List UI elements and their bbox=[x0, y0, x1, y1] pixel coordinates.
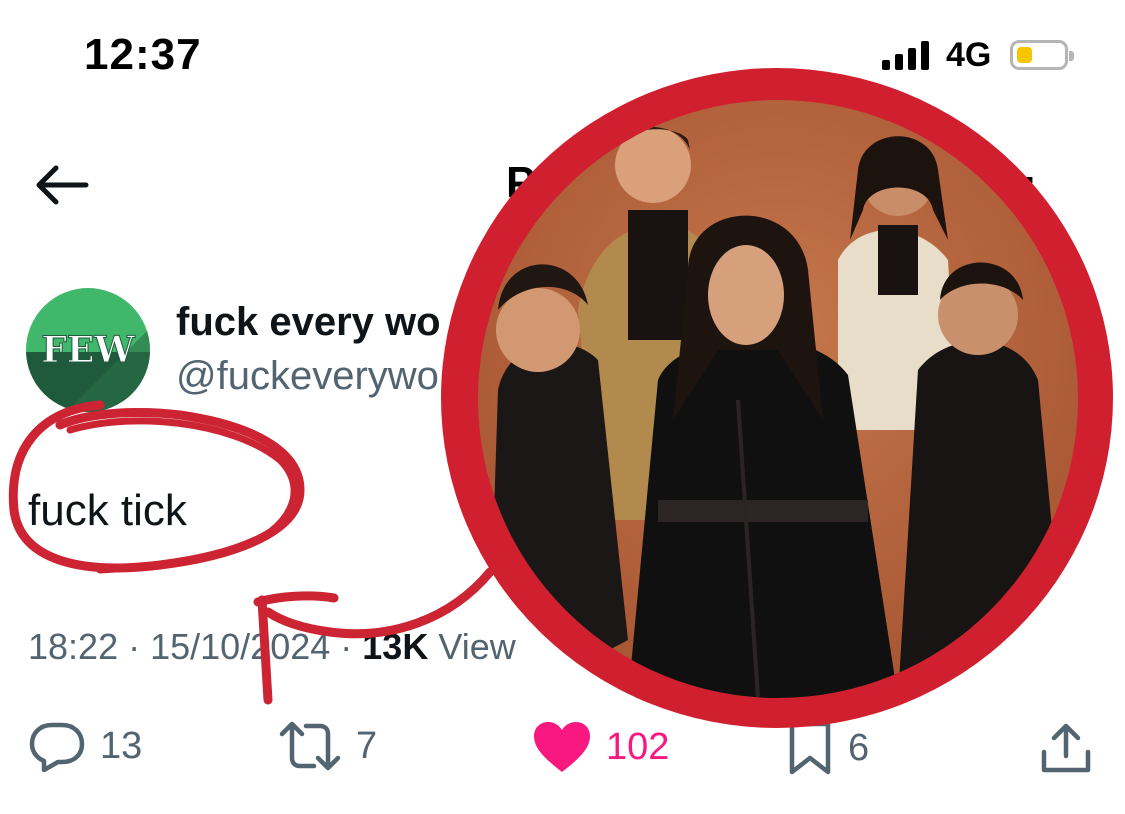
like-button[interactable]: 102 bbox=[532, 720, 669, 774]
heart-icon bbox=[534, 722, 590, 772]
share-icon bbox=[1041, 723, 1091, 773]
battery-fill bbox=[1017, 47, 1032, 63]
display-name[interactable]: fuck every wo bbox=[176, 300, 441, 345]
arrow-left-icon bbox=[36, 165, 89, 205]
back-button[interactable] bbox=[30, 160, 94, 210]
share-button[interactable] bbox=[1040, 720, 1092, 776]
tweet-text: fuck tick bbox=[28, 486, 187, 535]
retweet-count: 7 bbox=[356, 724, 378, 767]
reply-count: 13 bbox=[100, 724, 143, 767]
bookmark-count: 6 bbox=[848, 726, 870, 769]
retweet-icon bbox=[279, 721, 341, 771]
tweet-time: 18:22 bbox=[28, 626, 119, 667]
views-count[interactable]: 13K bbox=[362, 626, 428, 667]
reply-button[interactable]: 13 bbox=[28, 720, 142, 772]
signal-icon bbox=[882, 40, 929, 70]
tweet-date: 15/10/2024 bbox=[150, 626, 331, 667]
screen: 12:37 4G P : FEW fuck every wo @fuckever… bbox=[0, 0, 1125, 814]
band-photo-image bbox=[478, 100, 1078, 698]
svg-text:FEW: FEW bbox=[41, 329, 135, 371]
bookmark-button[interactable]: 6 bbox=[786, 720, 869, 776]
status-time: 12:37 bbox=[84, 30, 202, 79]
reply-icon bbox=[29, 722, 85, 772]
network-type: 4G bbox=[946, 36, 992, 74]
retweet-button[interactable]: 7 bbox=[278, 720, 377, 772]
battery-icon bbox=[1010, 40, 1074, 70]
bookmark-icon bbox=[789, 721, 831, 775]
like-count: 102 bbox=[606, 725, 670, 768]
views-label[interactable]: View bbox=[438, 626, 515, 667]
avatar[interactable]: FEW bbox=[26, 288, 150, 412]
band-photo bbox=[478, 100, 1078, 698]
battery-nub bbox=[1069, 51, 1074, 61]
user-handle[interactable]: @fuckeverywo bbox=[176, 354, 439, 399]
avatar-logo: FEW bbox=[26, 288, 150, 412]
meta-separator: · bbox=[118, 626, 151, 667]
meta-separator: · bbox=[330, 626, 363, 667]
tweet-meta: 18:22 · 15/10/2024 · 13K View bbox=[28, 626, 516, 668]
